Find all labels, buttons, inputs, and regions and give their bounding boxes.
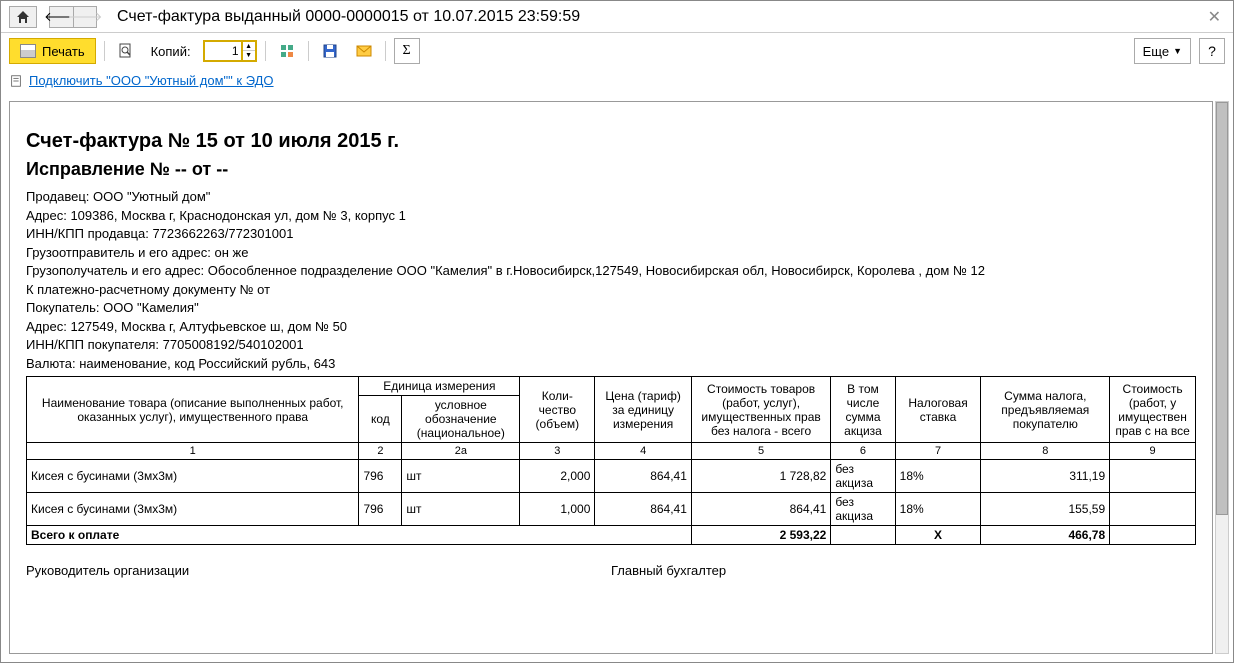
currency-line: Валюта: наименование, код Российский руб… (26, 355, 1196, 373)
edo-icon (9, 74, 23, 88)
grid-icon (279, 43, 295, 59)
th-name: Наименование товара (описание выполненны… (27, 377, 359, 443)
total-row: Всего к оплате 2 593,22 Х 466,78 (27, 526, 1196, 545)
th-excise: В том числе сумма акциза (831, 377, 895, 443)
shipper-line: Грузоотправитель и его адрес: он же (26, 244, 1196, 262)
colnum: 2 (359, 443, 402, 460)
floppy-icon (322, 43, 338, 59)
sum-button[interactable]: Σ (394, 38, 420, 64)
colnum: 9 (1110, 443, 1196, 460)
copies-label: Копий: (151, 44, 191, 59)
colnum: 2а (402, 443, 520, 460)
colnum: 6 (831, 443, 895, 460)
accountant-signature-label: Главный бухгалтер (611, 563, 1196, 578)
spinner-down[interactable]: ▼ (243, 51, 255, 60)
more-button[interactable]: Еще ▼ (1134, 38, 1191, 64)
colnum: 4 (595, 443, 692, 460)
th-tax-rate: Налоговая ставка (895, 377, 981, 443)
scrollbar-thumb[interactable] (1216, 102, 1228, 515)
invoice-heading: Счет-фактура № 15 от 10 июля 2015 г. (26, 130, 1196, 153)
seller-inn: ИНН/КПП продавца: 7723662263/772301001 (26, 225, 1196, 243)
consignee-line: Грузополучатель и его адрес: Обособленно… (26, 262, 1196, 280)
spinner-up[interactable]: ▲ (243, 42, 255, 51)
buyer-inn: ИНН/КПП покупателя: 7705008192/540102001 (26, 336, 1196, 354)
director-signature-label: Руководитель организации (26, 563, 611, 578)
toolbar-separator (308, 41, 309, 61)
th-cost-no-tax: Стоимость товаров (работ, услуг), имущес… (691, 377, 830, 443)
settings-button[interactable] (274, 38, 300, 64)
invoice-table: Наименование товара (описание выполненны… (26, 376, 1196, 545)
th-price: Цена (тариф) за единицу измерения (595, 377, 692, 443)
help-icon: ? (1208, 43, 1216, 59)
buyer-address: Адрес: 127549, Москва г, Алтуфьевское ш,… (26, 318, 1196, 336)
email-button[interactable] (351, 38, 377, 64)
document-viewport: Счет-фактура № 15 от 10 июля 2015 г. Исп… (9, 101, 1213, 654)
envelope-icon (356, 43, 372, 59)
th-unit-code: код (359, 396, 402, 443)
forward-button[interactable]: 🡒 (73, 6, 97, 28)
save-button[interactable] (317, 38, 343, 64)
th-unit: Единица измерения (359, 377, 520, 396)
help-button[interactable]: ? (1199, 38, 1225, 64)
toolbar-separator (385, 41, 386, 61)
close-button[interactable]: ✕ (1204, 7, 1225, 27)
arrow-right-icon: 🡒 (68, 9, 103, 25)
more-label: Еще (1143, 44, 1169, 59)
colnum: 1 (27, 443, 359, 460)
magnifier-icon (118, 43, 134, 59)
correction-heading: Исправление № -- от -- (26, 159, 1196, 180)
print-icon (20, 44, 36, 58)
window-title: Счет-фактура выданный 0000-0000015 от 10… (117, 8, 1204, 26)
toolbar-separator (265, 41, 266, 61)
sigma-icon: Σ (403, 43, 411, 59)
th-unit-symbol: условное обозначение (национальное) (402, 396, 520, 443)
home-icon (15, 9, 31, 25)
chevron-down-icon: ▼ (1173, 46, 1182, 56)
seller-address: Адрес: 109386, Москва г, Краснодонская у… (26, 207, 1196, 225)
print-button[interactable]: Печать (9, 38, 96, 64)
seller-line: Продавец: ООО "Уютный дом" (26, 188, 1196, 206)
colnum: 5 (691, 443, 830, 460)
edo-connect-link[interactable]: Подключить "ООО "Уютный дом"" к ЭДО (29, 73, 274, 88)
th-tax-amount: Сумма налога, предъявляемая покупателю (981, 377, 1110, 443)
table-row: Кисея с бусинами (3мх3м) 796 шт 2,000 86… (27, 460, 1196, 493)
table-row: Кисея с бусинами (3мх3м) 796 шт 1,000 86… (27, 493, 1196, 526)
close-icon: ✕ (1208, 9, 1221, 26)
preview-button[interactable] (113, 38, 139, 64)
toolbar-separator (104, 41, 105, 61)
buyer-line: Покупатель: ООО "Камелия" (26, 299, 1196, 317)
payment-doc-line: К платежно-расчетному документу № от (26, 281, 1196, 299)
colnum: 7 (895, 443, 981, 460)
home-button[interactable] (9, 6, 37, 28)
print-label: Печать (42, 44, 85, 59)
th-cost-with-tax: Стоимость (работ, у имуществен прав с на… (1110, 377, 1196, 443)
vertical-scrollbar[interactable] (1215, 101, 1229, 654)
th-qty: Коли-чество (объем) (520, 377, 595, 443)
copies-input[interactable] (203, 40, 243, 62)
colnum: 3 (520, 443, 595, 460)
colnum: 8 (981, 443, 1110, 460)
copies-spinner[interactable]: ▲ ▼ (243, 40, 257, 62)
